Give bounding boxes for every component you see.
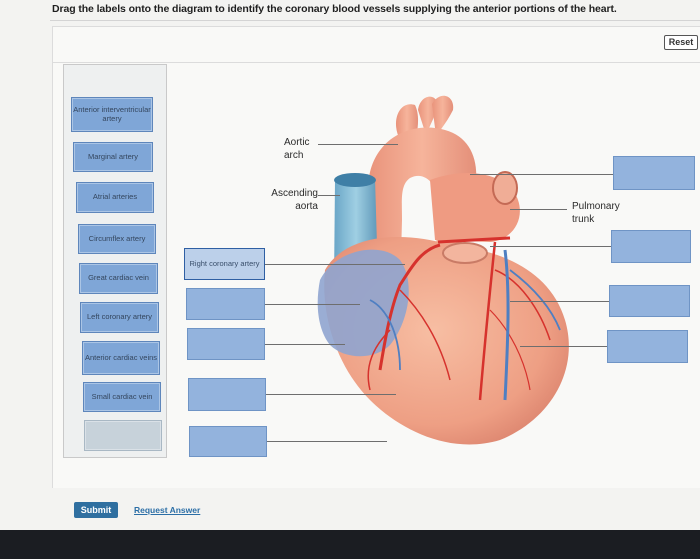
label-chip-great-cardiac-vein[interactable]: Great cardiac vein (79, 263, 158, 294)
leader-line-1 (265, 264, 405, 265)
pulmonary-vessel-opening (492, 171, 518, 205)
reset-button[interactable]: Reset (664, 35, 698, 50)
label-aortic-arch: Aortic arch (284, 137, 310, 161)
label-chip-anterior-interventricular-artery[interactable]: Anterior interventricular artery (71, 97, 153, 132)
leader-line-ascending-aorta (318, 195, 340, 196)
label-chip-marginal-artery[interactable]: Marginal artery (73, 142, 153, 172)
leader-line-7 (490, 246, 611, 247)
workspace-divider (52, 62, 700, 63)
leader-line-6 (470, 174, 613, 175)
pulmonary-trunk-opening (442, 242, 488, 264)
heart-illustration (317, 95, 569, 445)
label-chip-small-cardiac-vein[interactable]: Small cardiac vein (83, 382, 161, 412)
label-ascending-aorta: Ascending aorta (271, 188, 318, 212)
leader-line-3 (265, 344, 345, 345)
leader-line-aortic-arch (318, 144, 398, 145)
drop-target-6[interactable] (613, 156, 695, 190)
drop-target-7[interactable] (611, 230, 691, 263)
label-chip-left-coronary-artery[interactable]: Left coronary artery (80, 302, 159, 333)
vena-cava-opening (334, 173, 376, 187)
label-chip-atrial-arteries[interactable]: Atrial arteries (76, 182, 154, 213)
label-chip-circumflex-artery[interactable]: Circumflex artery (78, 224, 156, 254)
bottom-bar (0, 530, 700, 559)
request-answer-link[interactable]: Request Answer (134, 505, 200, 515)
drop-target-8[interactable] (609, 285, 690, 317)
submit-button[interactable]: Submit (74, 502, 118, 518)
label-pulmonary-trunk: Pulmonary trunk (572, 201, 620, 225)
leader-line-2 (265, 304, 360, 305)
screen: Drag the labels onto the diagram to iden… (0, 0, 700, 548)
leader-line-4 (266, 394, 396, 395)
leader-line-5 (267, 441, 387, 442)
label-chip-anterior-cardiac-veins[interactable]: Anterior cardiac veins (82, 341, 160, 375)
leader-line-pulmonary-trunk (510, 209, 567, 210)
label-chip-empty-slot (84, 420, 162, 451)
leader-line-8 (510, 301, 609, 302)
question-text: Drag the labels onto the diagram to iden… (52, 3, 617, 15)
divider (50, 20, 700, 21)
leader-line-9 (520, 346, 607, 347)
